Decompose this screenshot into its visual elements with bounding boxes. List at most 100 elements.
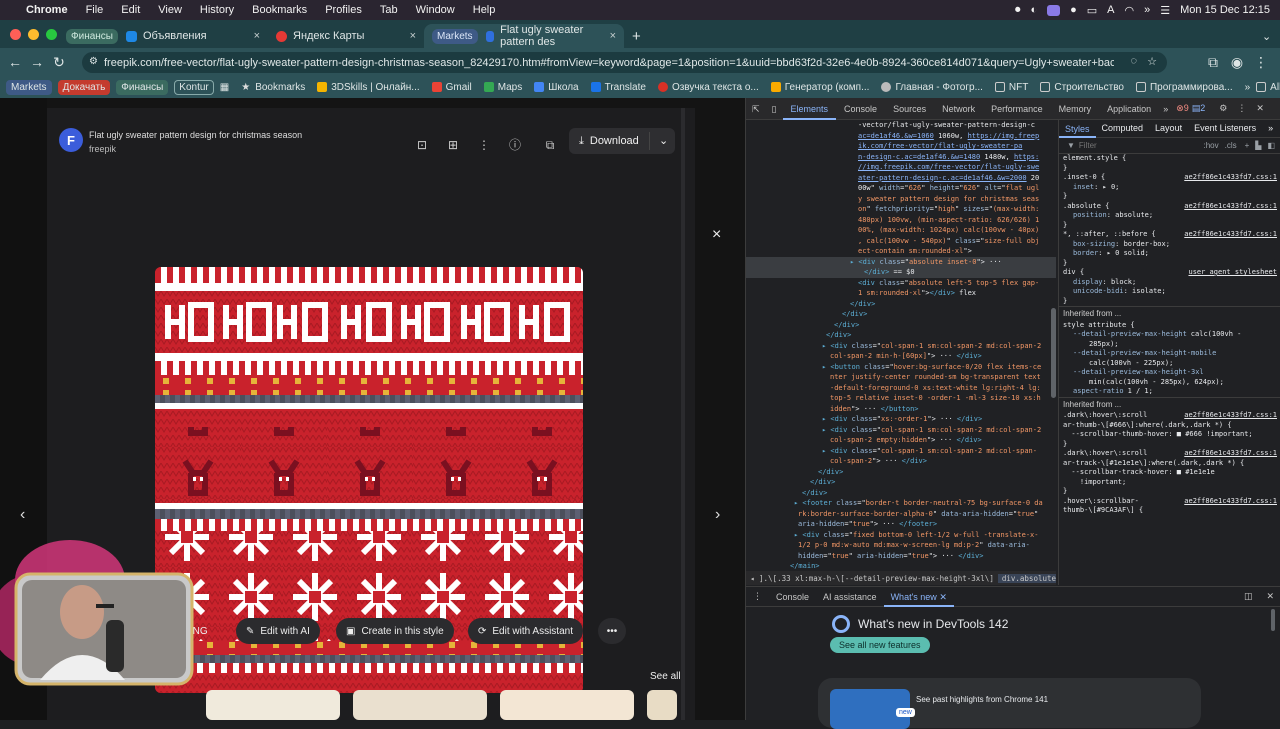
dom-node-line[interactable]: 00%, (max-width: 1024px) calc(100vw - 40… bbox=[746, 225, 1056, 236]
error-count[interactable]: ⊗9 bbox=[1176, 103, 1189, 114]
dom-node-line[interactable]: ▸ <footer class="border-t border-neutral… bbox=[746, 498, 1056, 509]
dom-node-line[interactable]: y sweater pattern design for christmas s… bbox=[746, 194, 1056, 205]
bookmark-3dskills[interactable]: 3DSkills | Онлайн... bbox=[317, 82, 420, 93]
dom-node-line[interactable]: ac=de1af46.&w=1060 1060w, https://img.fr… bbox=[746, 131, 1056, 142]
reload-icon[interactable]: ↻ bbox=[48, 54, 70, 71]
menu-bookmarks[interactable]: Bookmarks bbox=[252, 4, 307, 16]
dom-node-line[interactable]: top-5 relative inset-0 -order-1 -ml-3 si… bbox=[746, 393, 1056, 404]
settings-gear-icon[interactable]: ⚙ bbox=[1219, 103, 1227, 114]
css-declaration[interactable]: position: absolute; bbox=[1059, 211, 1280, 221]
related-thumbnail[interactable] bbox=[206, 690, 340, 720]
css-source-link[interactable]: ae2ff86e1c433fd7.css:1 bbox=[1184, 173, 1277, 183]
related-thumbnail[interactable] bbox=[647, 690, 677, 720]
tab-sources[interactable]: Sources bbox=[885, 98, 934, 120]
minimize-window-icon[interactable] bbox=[28, 29, 39, 40]
eye-off-icon[interactable]: ◌ bbox=[1130, 55, 1137, 67]
dom-node-line[interactable]: </div> bbox=[746, 320, 1056, 331]
bookmark-gmail[interactable]: Gmail bbox=[431, 82, 472, 93]
tab-computed[interactable]: Computed bbox=[1096, 123, 1150, 134]
more-vertical-icon[interactable]: ⋮ bbox=[477, 138, 491, 152]
css-source-link[interactable]: ae2ff86e1c433fd7.css:1 bbox=[1184, 449, 1277, 459]
breadcrumb-item[interactable]: ◂ ].\[.33 xl:max-h-\[--detail-preview-ma… bbox=[746, 574, 998, 583]
extensions-icon[interactable]: ⧉ bbox=[1202, 54, 1224, 71]
forward-icon[interactable]: → bbox=[26, 54, 48, 70]
see-all-link[interactable]: See all bbox=[650, 671, 681, 682]
css-source-link[interactable]: user agent stylesheet bbox=[1188, 268, 1277, 278]
css-rule-line[interactable]: } bbox=[1059, 440, 1280, 450]
dom-node-line[interactable]: </div> bbox=[746, 488, 1056, 499]
css-rule-selector[interactable]: element.style { bbox=[1059, 154, 1280, 164]
css-rule-line[interactable]: ar-thumb-\[#666\]:where(.dark,.dark *) { bbox=[1059, 421, 1280, 431]
next-image-icon[interactable]: › bbox=[715, 506, 720, 524]
tab-elements[interactable]: Elements bbox=[782, 98, 837, 120]
css-declaration[interactable]: inset: ▸ 0; bbox=[1059, 183, 1280, 193]
status-clock[interactable]: Mon 15 Dec 12:15 bbox=[1180, 4, 1270, 16]
past-highlights-card[interactable]: new See past highlights from Chrome 141 bbox=[818, 678, 1201, 729]
css-rule-selector[interactable]: div {user agent stylesheet bbox=[1059, 268, 1280, 278]
status-screen-icon[interactable] bbox=[1047, 4, 1061, 16]
new-tab-button[interactable]: + bbox=[624, 24, 650, 48]
menu-view[interactable]: View bbox=[158, 4, 182, 16]
css-declaration[interactable]: unicode-bidi: isolate; bbox=[1059, 287, 1280, 297]
bookmark-generator[interactable]: Генератор (комп... bbox=[770, 82, 869, 93]
css-rule-line[interactable]: } bbox=[1059, 487, 1280, 497]
all-bookmarks[interactable]: » All Bookmarks bbox=[1245, 82, 1280, 93]
status-battery-icon[interactable]: ▭ bbox=[1087, 4, 1097, 17]
dom-node-line[interactable]: ect-contain sm:rounded-xl"> bbox=[746, 246, 1056, 257]
address-bar[interactable]: ⚙ freepik.com/free-vector/flat-ugly-swea… bbox=[82, 52, 1167, 73]
image-search-icon[interactable]: ⊡ bbox=[415, 138, 429, 152]
more-subtabs-icon[interactable]: » bbox=[1262, 123, 1279, 134]
hov-toggle[interactable]: :hov bbox=[1203, 141, 1218, 151]
close-tab-icon[interactable]: ✕ bbox=[939, 592, 947, 602]
more-tabs-icon[interactable]: » bbox=[1159, 98, 1172, 120]
css-rule-selector[interactable]: *, ::after, ::before {ae2ff86e1c433fd7.c… bbox=[1059, 230, 1280, 240]
bookmark-group-download[interactable]: Докачать bbox=[57, 79, 111, 95]
dom-node-line[interactable]: </div> bbox=[746, 299, 1056, 310]
bookmark-school[interactable]: Школа bbox=[534, 82, 579, 93]
cls-toggle[interactable]: .cls bbox=[1225, 141, 1237, 151]
dom-node-line[interactable]: </div> bbox=[746, 309, 1056, 320]
see-all-features-button[interactable]: See all new features bbox=[830, 637, 930, 653]
css-declaration[interactable]: calc(100vh - 225px); bbox=[1059, 359, 1280, 369]
tab-memory[interactable]: Memory bbox=[1051, 98, 1100, 120]
css-declaration[interactable]: display: block; bbox=[1059, 278, 1280, 288]
edit-with-ai-button[interactable]: ✎ Edit with AI bbox=[236, 618, 320, 644]
copy-icon[interactable]: ⧉ bbox=[543, 138, 557, 152]
elements-scrollbar[interactable] bbox=[1051, 308, 1056, 398]
css-rule-line[interactable]: !important; bbox=[1059, 478, 1280, 488]
dom-node-line[interactable]: //img.freepik.com/free-vector/flat-ugly-… bbox=[746, 162, 1056, 173]
tab-performance[interactable]: Performance bbox=[983, 98, 1051, 120]
tab-network[interactable]: Network bbox=[934, 98, 983, 120]
bookmark-maps[interactable]: Maps bbox=[483, 82, 522, 93]
menu-file[interactable]: File bbox=[86, 4, 104, 16]
sidebar-toggle-icon[interactable]: ◧ bbox=[1267, 141, 1275, 151]
freepik-logo-icon[interactable]: F bbox=[59, 128, 83, 152]
css-declaration[interactable]: box-sizing: border-box; bbox=[1059, 240, 1280, 250]
dom-node-line[interactable]: </div> bbox=[746, 477, 1056, 488]
dom-node-line[interactable]: rk:border-surface-border-alpha-0 " data-a… bbox=[746, 509, 1056, 520]
dom-node-line[interactable]: ▸ <div class="col-span-1 sm:col-span-2 m… bbox=[746, 446, 1056, 457]
styles-filter-input[interactable] bbox=[1078, 141, 1179, 150]
close-tab-icon[interactable]: × bbox=[254, 30, 260, 42]
more-actions-button[interactable]: ••• bbox=[598, 618, 626, 644]
menu-profiles[interactable]: Profiles bbox=[325, 4, 362, 16]
menu-history[interactable]: History bbox=[200, 4, 234, 16]
css-source-link[interactable]: ae2ff86e1c433fd7.css:1 bbox=[1184, 411, 1277, 421]
collection-add-icon[interactable]: ⊞ bbox=[446, 138, 460, 152]
css-rule-selector[interactable]: .inset-0 {ae2ff86e1c433fd7.css:1 bbox=[1059, 173, 1280, 183]
dom-node-line[interactable]: <div class="absolute left-5 top-5 flex g… bbox=[746, 278, 1056, 289]
css-declaration[interactable]: --detail-preview-max-height-3xl bbox=[1059, 368, 1280, 378]
css-declaration[interactable]: min(calc(100vh - 285px), 624px); bbox=[1059, 378, 1280, 388]
close-preview-icon[interactable]: × bbox=[712, 226, 721, 244]
css-rule-line[interactable]: .dark\:hover\:scroll ae2ff86e1c433fd7.css… bbox=[1059, 449, 1280, 459]
dom-node-line[interactable]: -default-foreground-0 xs:text-white lg:r… bbox=[746, 383, 1056, 394]
status-circle-icon[interactable]: ● bbox=[1070, 4, 1077, 16]
dom-node-line[interactable]: 00w" width="626" height="626" alt="flat … bbox=[746, 183, 1056, 194]
dom-node-line[interactable]: ▸ <div class="col-span-1 sm:col-span-2 m… bbox=[746, 341, 1056, 352]
apps-grid-icon[interactable]: ▦ bbox=[220, 82, 229, 93]
menu-app-name[interactable]: Chrome bbox=[26, 4, 68, 16]
css-source-link[interactable]: ae2ff86e1c433fd7.css:1 bbox=[1184, 202, 1277, 212]
bookmark-tts[interactable]: Озвучка текста о... bbox=[657, 82, 759, 93]
dock-drawer-icon[interactable]: ◫ bbox=[1237, 591, 1260, 602]
tab-ads[interactable]: Финансы Объявления × bbox=[58, 24, 268, 48]
